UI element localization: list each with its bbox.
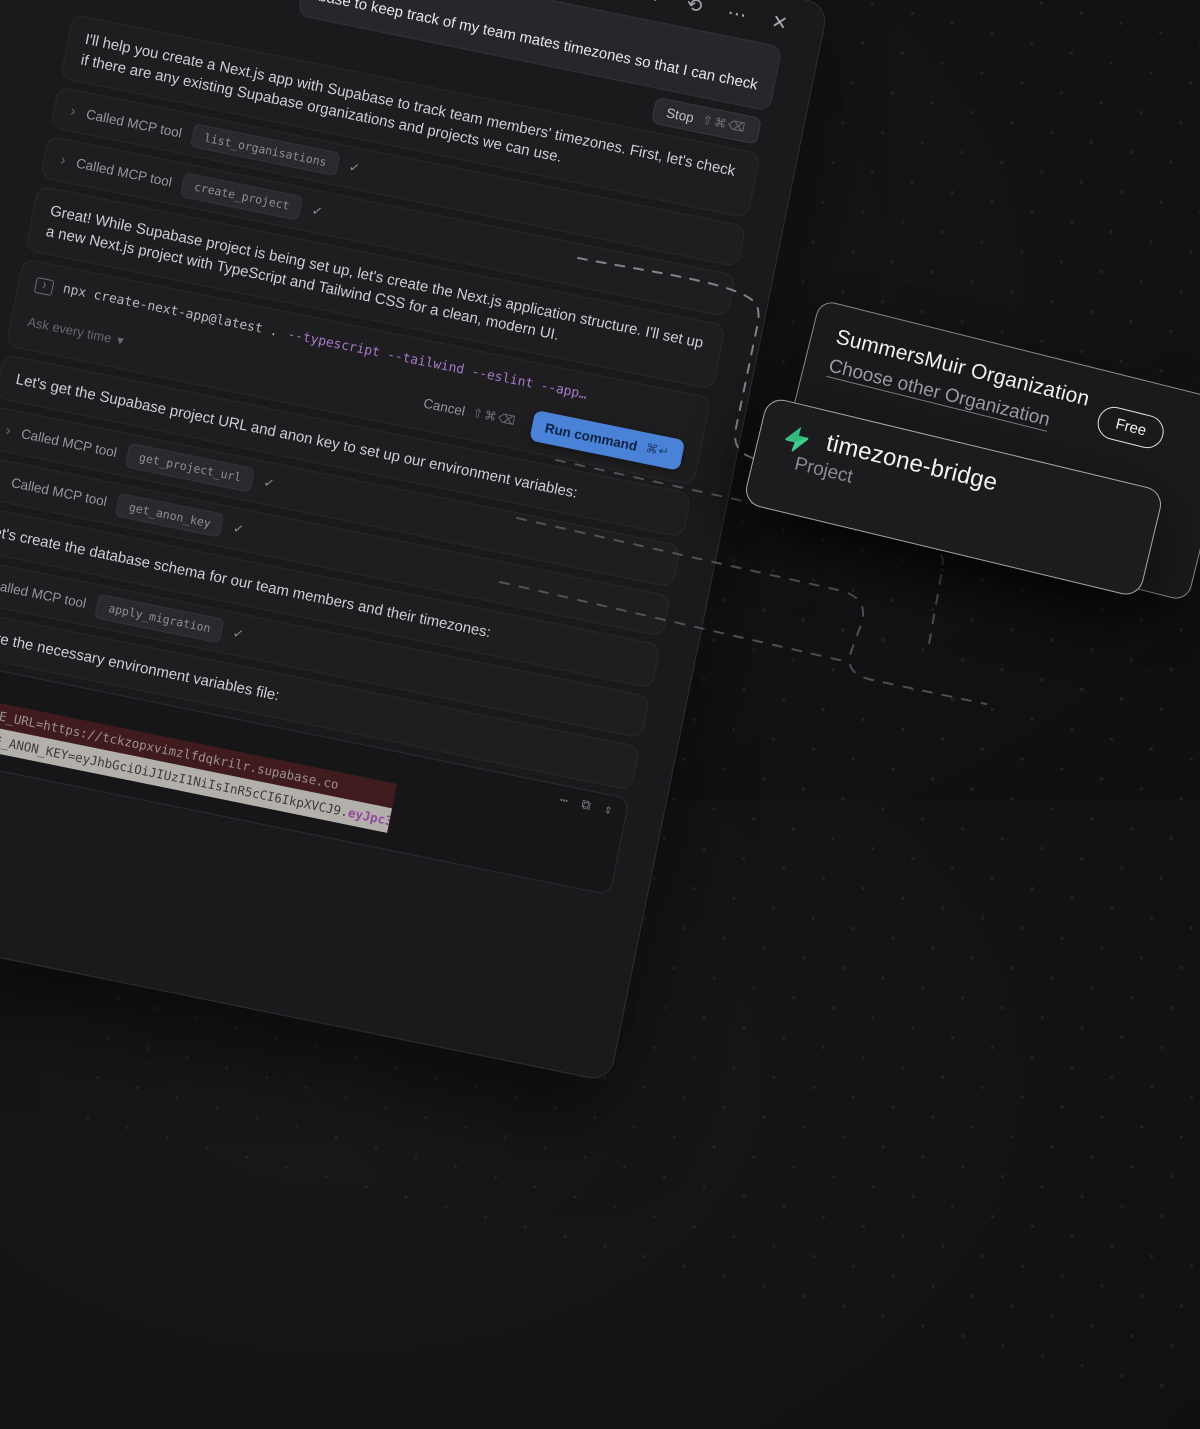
anon-key-jwt-payload: eyJpc3Mi0iJzdXBhYm	[347, 805, 392, 833]
cancel-shortcut: ⇧⌘⌫	[471, 405, 519, 431]
chevron-down-icon: ▾	[115, 331, 125, 350]
chevron-right-icon: ›	[69, 100, 78, 122]
history-icon[interactable]: ⟲	[684, 0, 704, 18]
tool-row-label: Called MCP tool	[84, 104, 183, 142]
ask-every-time-dropdown[interactable]: Ask every time ▾	[26, 313, 125, 351]
cancel-button[interactable]: Cancel ⇧⌘⌫	[422, 393, 519, 431]
chevron-right-icon: ›	[4, 420, 13, 442]
more-options-icon[interactable]: ⋯	[559, 793, 570, 809]
check-icon: ✓	[231, 519, 245, 539]
tool-row-label: Called MCP tool	[0, 575, 88, 613]
tool-row-label: Called MCP tool	[19, 424, 118, 462]
close-icon[interactable]: ✕	[769, 10, 789, 36]
stop-label: Stop	[665, 105, 695, 125]
tool-row-label: Called MCP tool	[9, 473, 108, 511]
check-icon: ✓	[231, 624, 245, 644]
check-icon: ✓	[310, 202, 324, 222]
tool-name-pill: get_project_url	[125, 443, 255, 492]
run-command-label: Run command	[543, 418, 639, 455]
tool-row-label: Called MCP tool	[74, 154, 173, 192]
more-options-icon[interactable]: ⋯	[725, 1, 748, 27]
new-chat-icon[interactable]: +	[648, 0, 663, 9]
chevron-right-icon: ›	[59, 149, 68, 171]
stop-shortcut: ⇧⌘⌫	[701, 113, 748, 136]
expand-icon[interactable]: ⇕	[603, 802, 614, 818]
tool-name-pill: apply_migration	[94, 594, 224, 643]
check-icon: ✓	[262, 474, 276, 494]
run-command-shortcut: ⌘↵	[644, 440, 671, 461]
ask-every-time-label: Ask every time	[26, 313, 113, 348]
tool-name-pill: create_project	[180, 173, 303, 221]
chevron-right-icon: ›	[0, 469, 3, 491]
terminal-icon: ❯	[34, 276, 55, 295]
tool-name-pill: get_anon_key	[115, 492, 225, 537]
cancel-label: Cancel	[422, 393, 467, 420]
free-plan-badge: Free	[1095, 403, 1168, 451]
check-icon: ✓	[347, 158, 361, 178]
